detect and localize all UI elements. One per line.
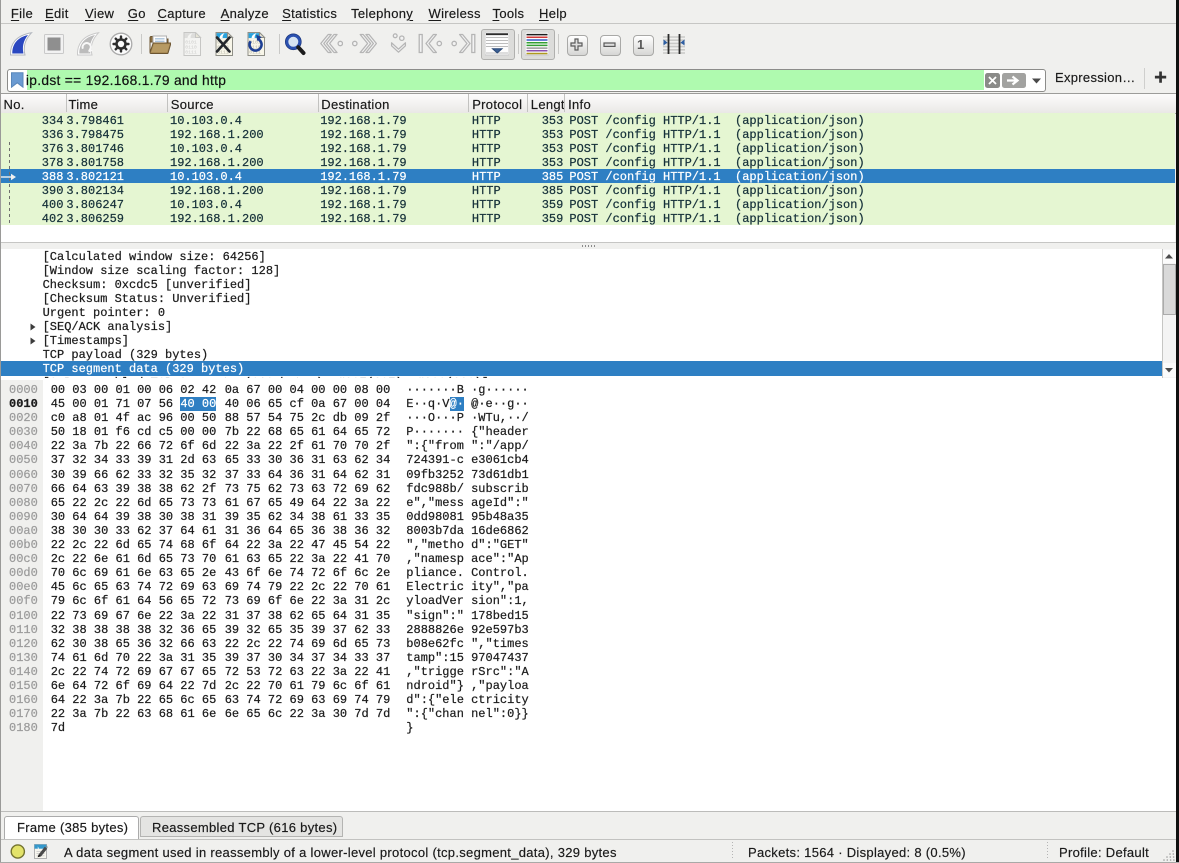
svg-text:0111: 0111 bbox=[185, 49, 197, 55]
